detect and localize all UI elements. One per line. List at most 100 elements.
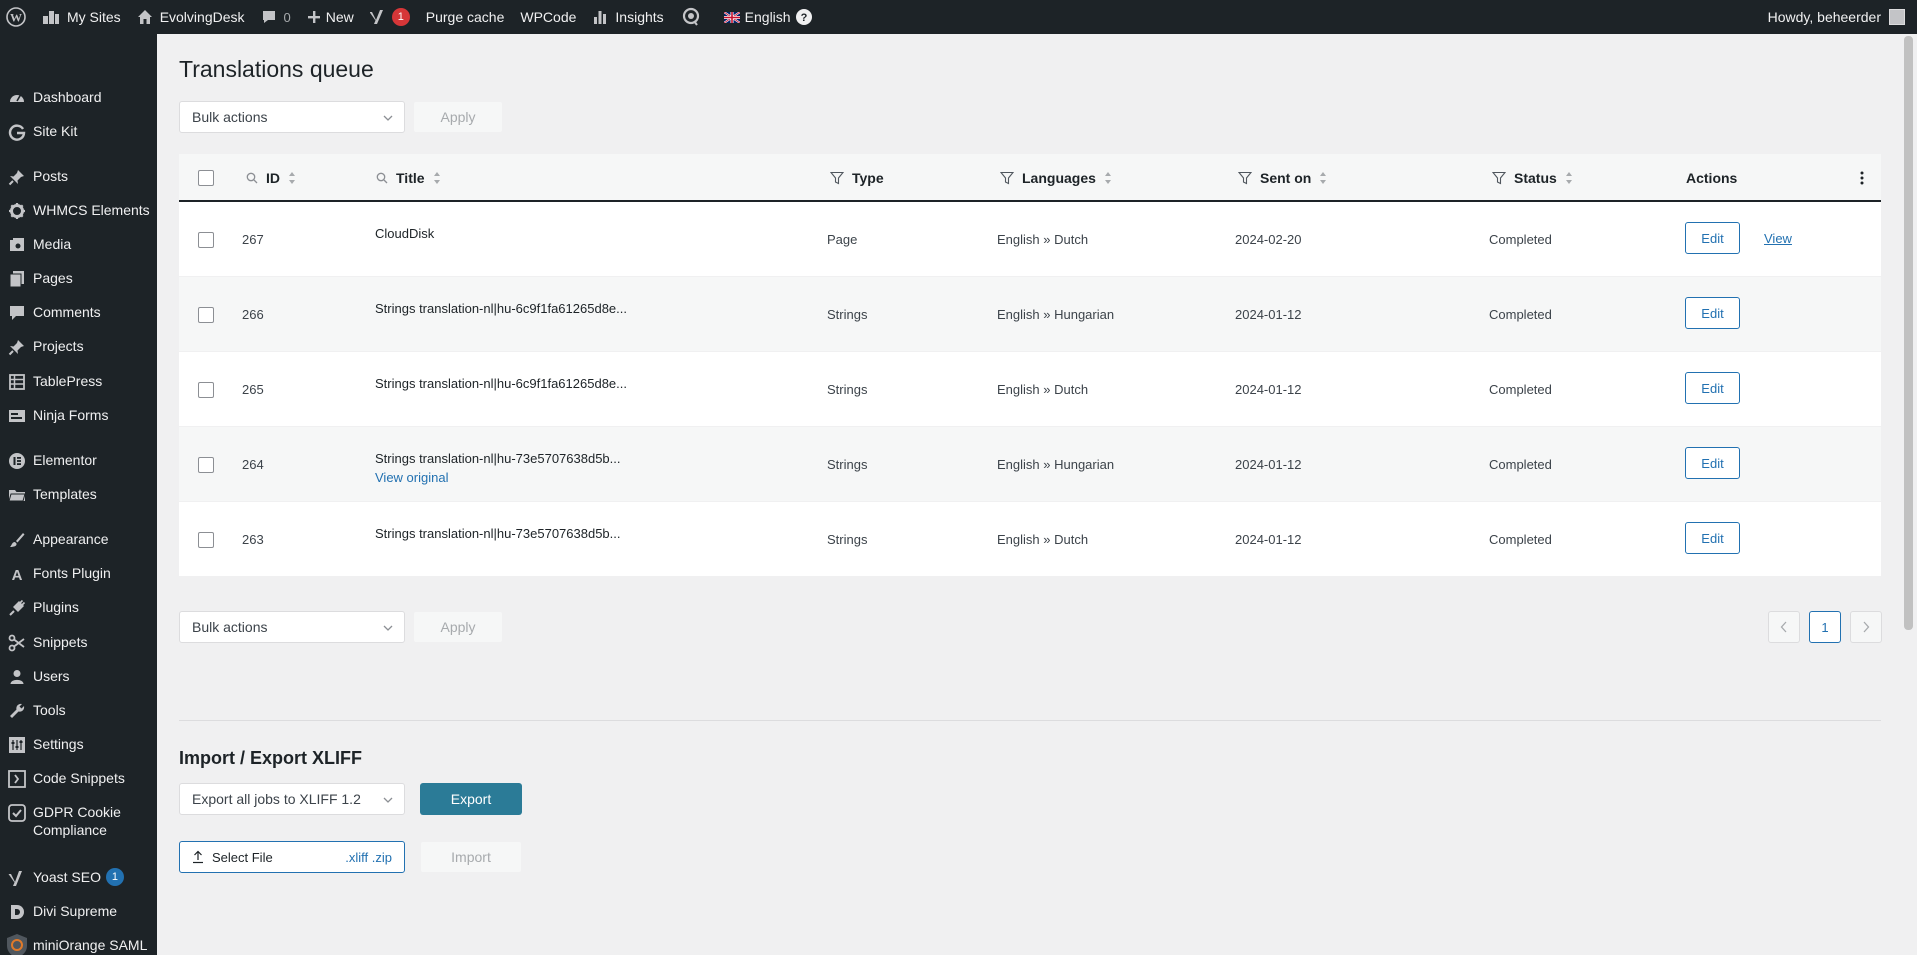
row-checkbox[interactable] bbox=[198, 306, 214, 323]
chevron-left-icon bbox=[1780, 621, 1787, 633]
sidebar-item-plugins[interactable]: Plugins bbox=[0, 598, 157, 617]
apply-button-top[interactable]: Apply bbox=[413, 101, 503, 133]
sort-icon[interactable] bbox=[1319, 171, 1327, 185]
purge-cache-link[interactable]: Purge cache bbox=[418, 0, 513, 34]
sort-icon[interactable] bbox=[1565, 171, 1573, 185]
export-format-select[interactable]: Export all jobs to XLIFF 1.2 bbox=[179, 783, 405, 815]
column-title[interactable]: Title bbox=[376, 154, 441, 202]
my-sites-label: My Sites bbox=[67, 9, 121, 25]
row-id: 263 bbox=[242, 532, 264, 547]
sidebar-item-miniorange-saml-2-0-sso[interactable]: miniOrange SAML 2.0 SSO bbox=[0, 934, 157, 955]
edit-button[interactable]: Edit bbox=[1685, 222, 1740, 254]
sidebar-item-tools[interactable]: Tools bbox=[0, 701, 157, 720]
sidebar-item-appearance[interactable]: Appearance bbox=[0, 530, 157, 549]
sidebar-item-gdpr-cookie-compliance[interactable]: GDPR Cookie Compliance bbox=[0, 803, 157, 839]
row-checkbox[interactable] bbox=[198, 231, 214, 248]
bulk-actions-select-bottom[interactable]: Bulk actions bbox=[179, 611, 405, 643]
edit-button[interactable]: Edit bbox=[1685, 447, 1740, 479]
scissors-icon bbox=[0, 633, 33, 652]
row-checkbox[interactable] bbox=[198, 531, 214, 548]
edit-button[interactable]: Edit bbox=[1685, 522, 1740, 554]
sidebar-item-posts[interactable]: Posts bbox=[0, 167, 157, 186]
search-icon[interactable] bbox=[376, 172, 388, 184]
sidebar-item-comments[interactable]: Comments bbox=[0, 303, 157, 322]
bulk-actions-select-top[interactable]: Bulk actions bbox=[179, 101, 405, 133]
account-menu[interactable]: Howdy, beheerder bbox=[1768, 9, 1917, 25]
view-original-link[interactable]: View original bbox=[375, 470, 621, 485]
column-actions: Actions bbox=[1686, 154, 1737, 202]
sidebar-item-pages[interactable]: Pages bbox=[0, 269, 157, 288]
sidebar-item-yoast-seo[interactable]: Yoast SEO 1 bbox=[0, 868, 157, 887]
sort-icon[interactable] bbox=[288, 171, 296, 185]
language-switcher[interactable]: English ? bbox=[716, 0, 820, 34]
wordpress-logo[interactable]: W bbox=[0, 0, 34, 34]
more-vertical-icon bbox=[1860, 171, 1864, 185]
pagination-prev-button[interactable] bbox=[1768, 611, 1800, 643]
column-languages[interactable]: Languages bbox=[1000, 154, 1112, 202]
row-status: Completed bbox=[1489, 307, 1552, 322]
my-sites-menu[interactable]: My Sites bbox=[34, 0, 129, 34]
sidebar-item-dashboard[interactable]: Dashboard bbox=[0, 88, 157, 107]
sidebar-item-tablepress[interactable]: TablePress bbox=[0, 372, 157, 391]
insights-menu[interactable]: Insights bbox=[584, 0, 671, 34]
filter-icon[interactable] bbox=[830, 171, 844, 185]
select-all-checkbox[interactable] bbox=[198, 170, 214, 186]
sidebar-item-label: Templates bbox=[33, 486, 97, 502]
new-content-menu[interactable]: New bbox=[299, 0, 362, 34]
search-icon[interactable] bbox=[246, 172, 258, 184]
site-name-menu[interactable]: EvolvingDesk bbox=[129, 0, 253, 34]
row-checkbox[interactable] bbox=[198, 381, 214, 398]
column-id[interactable]: ID bbox=[246, 154, 296, 202]
filter-icon[interactable] bbox=[1492, 171, 1506, 185]
comments-menu[interactable]: 0 bbox=[253, 0, 299, 34]
upload-icon bbox=[192, 850, 204, 864]
row-id: 267 bbox=[242, 232, 264, 247]
sidebar-item-media[interactable]: Media bbox=[0, 235, 157, 254]
edit-button[interactable]: Edit bbox=[1685, 297, 1740, 329]
view-link[interactable]: View bbox=[1764, 231, 1792, 246]
sidebar-item-projects[interactable]: Projects bbox=[0, 337, 157, 356]
sidebar-item-fonts-plugin[interactable]: A Fonts Plugin bbox=[0, 564, 157, 583]
sidebar-item-snippets[interactable]: Snippets bbox=[0, 633, 157, 652]
edit-button[interactable]: Edit bbox=[1685, 372, 1740, 404]
column-options-button[interactable] bbox=[1860, 154, 1864, 202]
filter-icon[interactable] bbox=[1000, 171, 1014, 185]
column-status[interactable]: Status bbox=[1492, 154, 1573, 202]
sidebar-item-label: Settings bbox=[33, 736, 84, 752]
filter-icon[interactable] bbox=[1238, 171, 1252, 185]
column-type[interactable]: Type bbox=[830, 154, 884, 202]
column-sent-on[interactable]: Sent on bbox=[1238, 154, 1327, 202]
page-scrollbar[interactable] bbox=[1900, 34, 1917, 955]
sidebar-item-users[interactable]: Users bbox=[0, 667, 157, 686]
sidebar-item-label: TablePress bbox=[33, 373, 103, 389]
sort-icon[interactable] bbox=[433, 171, 441, 185]
sort-icon[interactable] bbox=[1104, 171, 1112, 185]
row-id: 266 bbox=[242, 307, 264, 322]
sidebar-item-site-kit[interactable]: Site Kit bbox=[0, 122, 157, 141]
sidebar-item-templates[interactable]: Templates bbox=[0, 485, 157, 504]
notification-badge: 1 bbox=[105, 868, 124, 886]
help-icon: ? bbox=[795, 9, 812, 25]
sidebar-item-code-snippets[interactable]: Code Snippets bbox=[0, 769, 157, 788]
pagination-next-button[interactable] bbox=[1850, 611, 1882, 643]
scrollbar-thumb[interactable] bbox=[1904, 36, 1913, 630]
yoast-menu[interactable]: 1 bbox=[362, 0, 418, 34]
sidebar-item-whmcs-elements[interactable]: WHMCS Elements bbox=[0, 201, 157, 220]
export-button[interactable]: Export bbox=[420, 783, 522, 815]
wpcode-link[interactable]: WPCode bbox=[512, 0, 584, 34]
pagination-page-1[interactable]: 1 bbox=[1809, 611, 1841, 643]
row-select-cell bbox=[198, 202, 214, 277]
sidebar-item-label: Comments bbox=[33, 304, 101, 320]
support-menu[interactable] bbox=[672, 0, 710, 34]
import-button[interactable]: Import bbox=[420, 841, 522, 873]
sidebar-item-settings[interactable]: Settings bbox=[0, 735, 157, 754]
column-sent-on-label: Sent on bbox=[1260, 170, 1312, 186]
select-file-button[interactable]: Select File .xliff .zip bbox=[179, 841, 405, 873]
sidebar-item-elementor[interactable]: Elementor bbox=[0, 451, 157, 470]
row-languages: English » Dutch bbox=[997, 232, 1089, 247]
row-checkbox[interactable] bbox=[198, 456, 214, 473]
sidebar-item-divi-supreme[interactable]: Divi Supreme bbox=[0, 902, 157, 921]
comment-icon bbox=[0, 303, 33, 322]
sidebar-item-ninja-forms[interactable]: Ninja Forms bbox=[0, 406, 157, 425]
apply-button-bottom[interactable]: Apply bbox=[413, 611, 503, 643]
